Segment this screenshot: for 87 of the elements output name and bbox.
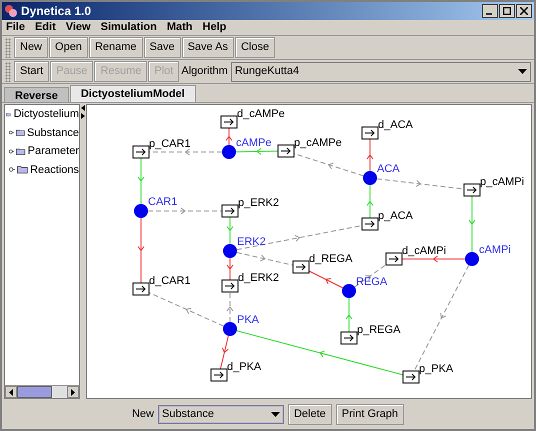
- substance-node[interactable]: [134, 204, 148, 218]
- menu-item[interactable]: Simulation: [100, 19, 157, 36]
- node-label: REGA: [356, 276, 388, 288]
- folder-icon: [17, 164, 28, 176]
- folder-icon: [16, 127, 26, 138]
- close-icon: [520, 7, 528, 15]
- reaction-node[interactable]: [132, 146, 150, 158]
- reaction-node[interactable]: [222, 204, 238, 218]
- caret-icon: [518, 69, 527, 74]
- node-label: d_PKA: [227, 361, 262, 373]
- toolbar-button[interactable]: Save As: [182, 37, 234, 58]
- node-label: d_ACA: [378, 119, 413, 131]
- scroll-right-icon: [71, 388, 75, 396]
- node-label: d_CAR1: [149, 275, 191, 287]
- node-label: d_cAMPe: [237, 108, 285, 120]
- expand-handle-icon[interactable]: [9, 166, 16, 174]
- node-label: d_REGA: [309, 253, 352, 265]
- toolbar-grip[interactable]: [5, 62, 11, 82]
- reaction-node[interactable]: [210, 368, 228, 382]
- substance-node[interactable]: [223, 244, 237, 258]
- action-button[interactable]: Delete: [288, 404, 332, 424]
- reaction-node[interactable]: [220, 116, 238, 128]
- window-title: Dynetica 1.0: [21, 3, 92, 20]
- reaction-node[interactable]: [222, 280, 238, 292]
- caret-icon: [270, 412, 280, 416]
- algorithm-label: Algorithm: [181, 64, 228, 80]
- node-label: PKA: [237, 314, 260, 326]
- menu-item[interactable]: Math: [166, 19, 193, 36]
- node-label: d_cAMPi: [402, 245, 446, 257]
- toolbar-button[interactable]: New: [14, 37, 48, 58]
- minimize-button[interactable]: [482, 4, 498, 18]
- scroll-left-icon: [9, 388, 13, 396]
- substance-node[interactable]: [223, 322, 237, 336]
- reaction-node[interactable]: [340, 332, 358, 344]
- reaction-node[interactable]: [278, 144, 294, 158]
- horizontal-scrollbar[interactable]: [5, 385, 79, 398]
- reaction-node[interactable]: [132, 282, 150, 296]
- toolbar-button[interactable]: Rename: [88, 37, 143, 58]
- node-label: d_ERK2: [238, 272, 279, 284]
- node-label: ERK2: [237, 236, 266, 248]
- node-label: cAMPe: [236, 137, 272, 149]
- tree-item[interactable]: Dictyostelium: [14, 106, 79, 122]
- toolbar-button[interactable]: Close: [234, 37, 276, 58]
- maximize-icon: [503, 7, 511, 15]
- reaction-node[interactable]: [362, 218, 378, 230]
- tree-item[interactable]: Substance: [27, 124, 79, 141]
- toolbar-button[interactable]: Start: [14, 61, 50, 82]
- node-label: CAR1: [148, 196, 178, 208]
- type-dropdown[interactable]: Substance: [158, 404, 284, 424]
- reaction-node[interactable]: [292, 260, 310, 274]
- substance-node[interactable]: [222, 145, 236, 159]
- menu-item[interactable]: Help: [202, 19, 226, 36]
- close-button[interactable]: [516, 4, 532, 18]
- tab[interactable]: Reverse: [4, 87, 69, 102]
- toolbar-button[interactable]: Open: [49, 37, 88, 58]
- algorithm-dropdown[interactable]: RungeKutta4: [230, 62, 531, 82]
- node-label: p_ERK2: [238, 197, 279, 209]
- substance-node[interactable]: [363, 171, 377, 185]
- new-label: New: [132, 406, 154, 422]
- node-label: p_cAMPi: [480, 176, 524, 188]
- node-label: p_CAR1: [149, 138, 191, 150]
- maximize-button[interactable]: [499, 4, 515, 18]
- reaction-node[interactable]: [402, 370, 420, 384]
- tree-item[interactable]: Parameter: [28, 143, 79, 160]
- toolbar-grip[interactable]: [5, 38, 11, 58]
- tab[interactable]: DictyosteliumModel: [70, 85, 196, 102]
- reaction-node[interactable]: [386, 252, 402, 266]
- substance-node[interactable]: [342, 284, 356, 298]
- folder-icon: [16, 146, 26, 157]
- node-label: p_ACA: [378, 210, 413, 222]
- node-label: p_PKA: [419, 363, 454, 375]
- toolbar-button[interactable]: Save: [144, 37, 181, 58]
- substance-node[interactable]: [465, 252, 479, 266]
- node-label: ACA: [377, 163, 400, 175]
- menu-item[interactable]: File: [6, 19, 25, 36]
- tree-item[interactable]: Reactions: [30, 162, 79, 178]
- menu-item[interactable]: Edit: [34, 19, 56, 36]
- menu-item[interactable]: View: [66, 19, 91, 36]
- action-button[interactable]: Print Graph: [336, 404, 404, 424]
- node-label: cAMPi: [479, 244, 511, 256]
- expand-handle-icon[interactable]: [9, 129, 14, 136]
- reaction-node[interactable]: [464, 184, 480, 196]
- node-label: p_cAMPe: [294, 137, 342, 149]
- reaction-node[interactable]: [362, 126, 378, 140]
- expand-handle-icon[interactable]: [9, 148, 14, 155]
- node-label: p_REGA: [357, 324, 400, 336]
- app-icon: [4, 4, 18, 18]
